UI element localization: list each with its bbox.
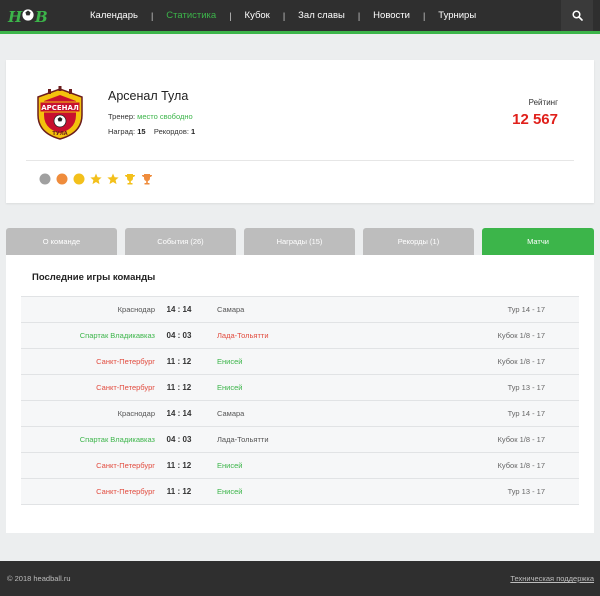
- team-tabs: О команде События (26) Награды (15) Реко…: [6, 228, 594, 255]
- match-row[interactable]: Краснодар 14 : 14 Самара Тур 14 - 17: [21, 297, 579, 323]
- match-home-team: Санкт-Петербург: [96, 357, 155, 366]
- match-away-team: Самара: [217, 409, 245, 418]
- nav-item-statistics[interactable]: Статистика: [166, 10, 216, 21]
- match-row[interactable]: Санкт-Петербург 11 : 12 Енисей Кубок 1/8 - …: [21, 453, 579, 479]
- logo-b: B: [34, 8, 48, 26]
- nav-item-news[interactable]: Новости: [373, 10, 410, 21]
- match-row[interactable]: Санкт-Петербург 11 : 12 Енисей Кубок 1/8 - …: [21, 349, 579, 375]
- match-score: 04 : 03: [166, 435, 192, 444]
- match-away-team: Енисей: [217, 357, 243, 366]
- match-away-team: Самара: [217, 305, 245, 314]
- match-round: Кубок 1/8 - 17: [497, 331, 545, 340]
- tab-matches[interactable]: Матчи: [482, 228, 594, 255]
- top-navigation-bar: H B Календарь | Статистика | Кубок | Зал…: [0, 0, 600, 31]
- match-round: Тур 14 - 17: [507, 305, 545, 314]
- awards-records-info: Наград: 15 Рекордов: 1: [108, 127, 195, 136]
- records-count: 1: [191, 127, 196, 136]
- match-home-team: Санкт-Петербург: [96, 383, 155, 392]
- match-list: Краснодар 14 : 14 Самара Тур 14 - 17 Спартак…: [21, 296, 579, 505]
- team-crest-logo: АРСЕНАЛ ТУЛА: [37, 86, 83, 140]
- nav-separator: |: [422, 10, 426, 21]
- gray-circle-icon[interactable]: [39, 173, 51, 185]
- trophy-icon[interactable]: [141, 173, 153, 185]
- trophy-icon[interactable]: [124, 173, 136, 185]
- tab-awards[interactable]: Награды (15): [244, 228, 355, 255]
- match-home-team: Краснодар: [117, 305, 155, 314]
- tab-about-team[interactable]: О команде: [6, 228, 117, 255]
- match-round: Тур 14 - 17: [507, 409, 545, 418]
- match-round: Кубок 1/8 - 17: [497, 461, 545, 470]
- rating-label: Рейтинг: [528, 98, 558, 107]
- nav-separator: |: [150, 10, 154, 21]
- search-button[interactable]: [561, 0, 593, 31]
- match-row[interactable]: Спартак Владикавказ 04 : 03 Лада-Тольятти К…: [21, 323, 579, 349]
- records-label: Рекордов:: [153, 127, 189, 136]
- coach-info: Тренер: место свободно: [108, 112, 193, 121]
- match-home-team: Краснодар: [117, 409, 155, 418]
- awards-count: 15: [137, 127, 146, 136]
- card-divider: [26, 160, 574, 161]
- yellow-circle-icon[interactable]: [73, 173, 85, 185]
- match-row[interactable]: Санкт-Петербург 11 : 12 Енисей Тур 13 - 17: [21, 375, 579, 401]
- awards-label: Наград:: [108, 127, 136, 136]
- match-score: 14 : 14: [166, 305, 192, 314]
- match-away-team: Енисей: [217, 461, 243, 470]
- match-score: 11 : 12: [166, 357, 192, 366]
- search-icon: [571, 10, 583, 21]
- match-row[interactable]: Санкт-Петербург 11 : 12 Енисей Тур 13 - 17: [21, 479, 579, 505]
- match-row[interactable]: Краснодар 14 : 14 Самара Тур 14 - 17: [21, 401, 579, 427]
- rating-value: 12 567: [512, 111, 558, 128]
- match-score: 11 : 12: [166, 487, 192, 496]
- nav-item-hall-of-fame[interactable]: Зал славы: [298, 10, 345, 21]
- match-round: Тур 13 - 17: [507, 383, 545, 392]
- match-score: 04 : 03: [166, 331, 192, 340]
- match-score: 11 : 12: [166, 383, 192, 392]
- site-logo[interactable]: H B: [7, 5, 53, 27]
- support-link[interactable]: Техническая поддержка: [510, 574, 594, 583]
- nav-separator: |: [229, 10, 232, 21]
- match-row[interactable]: Спартак Владикавказ 04 : 03 Лада-Тольятти К…: [21, 427, 579, 453]
- match-away-team: Енисей: [217, 487, 243, 496]
- nav-item-calendar[interactable]: Календарь: [90, 10, 138, 21]
- nav-item-cup[interactable]: Кубок: [245, 10, 270, 21]
- match-home-team: Спартак Владикавказ: [79, 435, 155, 444]
- match-home-team: Санкт-Петербург: [96, 461, 155, 470]
- match-round: Кубок 1/8 - 17: [497, 435, 545, 444]
- star-icon[interactable]: [90, 173, 102, 185]
- footer: © 2018 headball.ru Техническая поддержка: [0, 561, 600, 596]
- match-away-team: Енисей: [217, 383, 243, 392]
- coach-label: Тренер:: [108, 112, 136, 121]
- match-away-team: Лада-Тольятти: [217, 331, 269, 340]
- nav-separator: |: [282, 10, 286, 21]
- logo-h: H: [7, 8, 23, 26]
- match-away-team: Лада-Тольятти: [217, 435, 269, 444]
- team-name: Арсенал Тула: [108, 89, 189, 103]
- matches-panel: Последние игры команды Краснодар 14 : 14 С…: [6, 255, 594, 533]
- star-icon[interactable]: [107, 173, 119, 185]
- copyright-text: © 2018 headball.ru: [7, 574, 71, 583]
- header-accent-line: [0, 31, 600, 34]
- achievement-badges: [39, 173, 158, 185]
- nav-item-tournaments[interactable]: Турниры: [438, 10, 476, 21]
- match-home-team: Санкт-Петербург: [96, 487, 155, 496]
- orange-circle-icon[interactable]: [56, 173, 68, 185]
- main-nav: Календарь | Статистика | Кубок | Зал сла…: [90, 0, 476, 31]
- matches-title: Последние игры команды: [32, 272, 156, 283]
- crest-text-top: АРСЕНАЛ: [41, 104, 79, 112]
- tab-records[interactable]: Рекорды (1): [363, 228, 474, 255]
- match-round: Тур 13 - 17: [507, 487, 545, 496]
- crest-text-bottom: ТУЛА: [52, 131, 67, 137]
- match-round: Кубок 1/8 - 17: [497, 357, 545, 366]
- team-card: АРСЕНАЛ ТУЛА Арсенал Тула Тренер: место …: [6, 60, 594, 203]
- nav-separator: |: [357, 10, 361, 21]
- match-home-team: Спартак Владикавказ: [79, 331, 155, 340]
- match-score: 11 : 12: [166, 461, 192, 470]
- match-score: 14 : 14: [166, 409, 192, 418]
- tab-events[interactable]: События (26): [125, 228, 236, 255]
- coach-value-link[interactable]: место свободно: [137, 112, 193, 121]
